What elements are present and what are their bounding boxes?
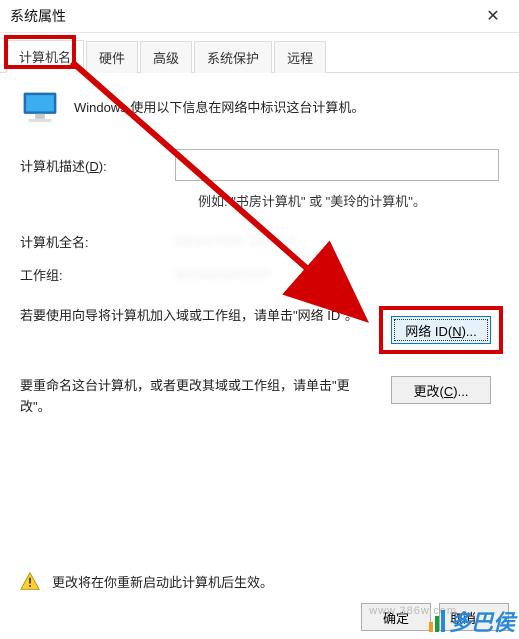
change-block: 要重命名这台计算机，或者更改其域或工作组，请单击"更改"。 更改(C)... [20, 376, 499, 418]
workgroup-label: 工作组: [20, 265, 175, 284]
tab-strip: 计算机名 硬件 高级 系统保护 远程 [0, 33, 519, 73]
workgroup-row: 工作组: WORKGROUP [20, 265, 499, 284]
system-properties-window: 系统属性 ✕ 计算机名 硬件 高级 系统保护 远程 Windows 使用以下信息… [0, 0, 519, 639]
window-title: 系统属性 [10, 6, 473, 26]
tab-remote[interactable]: 远程 [274, 41, 326, 73]
ok-button[interactable]: 确定 [361, 603, 431, 631]
computer-description-input[interactable] [175, 149, 499, 181]
computer-description-hint: 例如: "书房计算机" 或 "美玲的计算机"。 [198, 191, 499, 210]
full-computer-name-label: 计算机全名: [20, 232, 175, 251]
network-id-desc: 若要使用向导将计算机加入域或工作组，请单击"网络 ID"。 [20, 306, 363, 327]
network-id-button-wrap: 网络 ID(N)... [383, 306, 499, 354]
intro-text: Windows 使用以下信息在网络中标识这台计算机。 [74, 91, 364, 116]
close-icon: ✕ [486, 6, 499, 26]
cancel-button[interactable]: 取消 [439, 603, 509, 631]
full-computer-name-value: DESKTOP-XXXXX [175, 234, 298, 249]
tab-computer-name[interactable]: 计算机名 [6, 40, 84, 73]
annotation-netid-highlight: 网络 ID(N)... [379, 306, 503, 354]
network-id-block: 若要使用向导将计算机加入域或工作组，请单击"网络 ID"。 网络 ID(N)..… [20, 306, 499, 354]
dialog-buttons: 确定 取消 [361, 603, 509, 631]
titlebar: 系统属性 ✕ [0, 0, 519, 33]
close-button[interactable]: ✕ [473, 2, 513, 30]
change-button-wrap: 更改(C)... [383, 376, 499, 404]
tab-hardware[interactable]: 硬件 [86, 41, 138, 73]
change-button[interactable]: 更改(C)... [391, 376, 491, 404]
full-computer-name-row: 计算机全名: DESKTOP-XXXXX [20, 232, 499, 251]
warning-icon [20, 571, 40, 591]
restart-notice: 更改将在你重新启动此计算机后生效。 [20, 571, 273, 591]
workgroup-value: WORKGROUP [175, 267, 272, 282]
computer-description-label: 计算机描述(D): [20, 156, 175, 175]
tab-advanced[interactable]: 高级 [140, 41, 192, 73]
computer-description-row: 计算机描述(D): [20, 149, 499, 181]
computer-icon [20, 91, 60, 127]
change-desc: 要重命名这台计算机，或者更改其域或工作组，请单击"更改"。 [20, 376, 363, 418]
network-id-button[interactable]: 网络 ID(N)... [391, 316, 491, 344]
tab-content: Windows 使用以下信息在网络中标识这台计算机。 计算机描述(D): 例如:… [0, 73, 519, 418]
tab-system-protection[interactable]: 系统保护 [194, 41, 272, 73]
intro-row: Windows 使用以下信息在网络中标识这台计算机。 [20, 91, 499, 127]
restart-notice-text: 更改将在你重新启动此计算机后生效。 [52, 572, 273, 591]
